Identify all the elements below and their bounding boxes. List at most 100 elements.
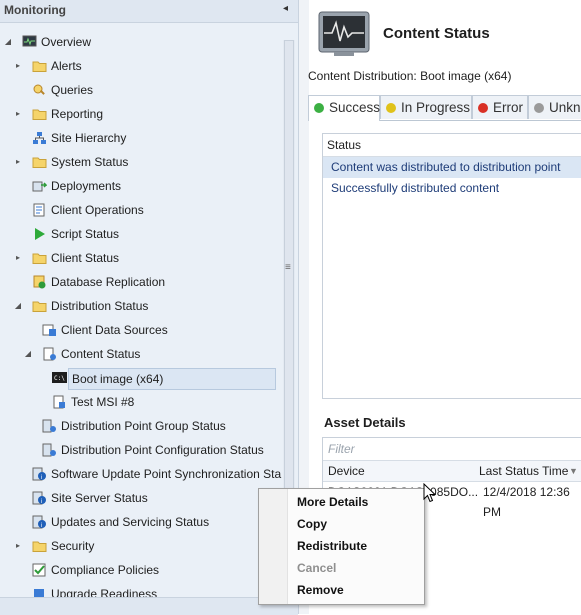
status-row[interactable]: Content was distributed to distribution … <box>323 157 581 178</box>
nav-item-overview[interactable]: ◢ Overview <box>0 30 282 54</box>
nav-item-label: Boot image (x64) <box>68 368 276 390</box>
hierarchy-icon <box>32 131 47 145</box>
svg-text:i: i <box>41 499 42 505</box>
dp-config-status-icon <box>42 443 57 457</box>
expand-arrow-icon[interactable]: ▸ <box>13 102 23 126</box>
status-column-header[interactable]: Status <box>323 134 581 157</box>
status-tabs: Success In Progress Error Unkn <box>308 95 581 121</box>
svg-text:C:\: C:\ <box>54 375 65 382</box>
nav-item-site-server-status[interactable]: i Site Server Status <box>0 486 282 510</box>
svg-text:i: i <box>41 523 42 529</box>
navigation-tree: ◢ Overview ▸ Alerts Queries ▸ Reporting Site Hi… <box>0 30 282 606</box>
collapse-arrow-icon[interactable]: ◢ <box>3 30 13 54</box>
nav-item-label: Client Status <box>51 251 120 265</box>
site-server-icon: i <box>32 491 47 505</box>
mouse-pointer-icon <box>423 482 437 503</box>
client-operations-icon <box>32 203 47 217</box>
nav-item-label: Distribution Status <box>51 299 149 313</box>
collapse-arrow-icon[interactable]: ◢ <box>13 294 23 318</box>
package-icon <box>52 395 67 409</box>
nav-item-compliance-policies[interactable]: Compliance Policies <box>0 558 282 582</box>
nav-title: Monitoring <box>4 3 66 17</box>
nav-item-test-msi-8[interactable]: Test MSI #8 <box>0 390 282 414</box>
collapse-pane-button[interactable]: ◂ <box>283 3 288 14</box>
nav-item-script-status[interactable]: Script Status <box>0 222 282 246</box>
svg-text:i: i <box>41 475 42 481</box>
collapse-arrow-icon[interactable]: ◢ <box>23 342 33 366</box>
tab-error[interactable]: Error <box>472 95 528 119</box>
content-distribution-label: Content Distribution: <box>308 69 417 83</box>
nav-item-alerts[interactable]: ▸ Alerts <box>0 54 282 78</box>
tab-unknown-label: Unkn <box>549 100 581 115</box>
nav-item-content-status[interactable]: ◢ Content Status <box>0 342 282 366</box>
content-distribution-value: Boot image (x64) <box>420 69 512 83</box>
expand-arrow-icon[interactable]: ▸ <box>13 54 23 78</box>
nav-item-security[interactable]: ▸ Security <box>0 534 282 558</box>
nav-item-label: Overview <box>41 35 92 49</box>
nav-item-client-operations[interactable]: Client Operations <box>0 198 282 222</box>
menu-item-more-details[interactable]: More Details <box>297 491 368 513</box>
menu-item-copy[interactable]: Copy <box>297 513 327 535</box>
menu-item-redistribute[interactable]: Redistribute <box>297 535 367 557</box>
context-menu-icon-gutter <box>259 489 288 604</box>
menu-item-cancel: Cancel <box>297 561 337 575</box>
expand-arrow-icon[interactable]: ▸ <box>13 534 23 558</box>
nav-item-distribution-point-group-status[interactable]: Distribution Point Group Status <box>0 414 282 438</box>
tab-in-progress-label: In Progress <box>401 100 471 115</box>
status-row[interactable]: Successfully distributed content <box>323 178 581 199</box>
nav-item-distribution-status[interactable]: ◢ Distribution Status <box>0 294 282 318</box>
nav-item-system-status[interactable]: ▸ System Status <box>0 150 282 174</box>
nav-item-client-status[interactable]: ▸ Client Status <box>0 246 282 270</box>
expand-arrow-icon[interactable]: ▸ <box>13 246 23 270</box>
asset-column-headers: Device Last Status Time ▼ <box>323 461 581 482</box>
nav-item-label: Database Replication <box>51 275 166 289</box>
nav-item-reporting[interactable]: ▸ Reporting <box>0 102 282 126</box>
tab-success[interactable]: Success <box>308 95 380 121</box>
menu-item-remove[interactable]: Remove <box>297 579 344 601</box>
monitor-icon <box>22 35 37 49</box>
nav-item-label: Distribution Point Configuration Status <box>61 443 264 457</box>
dp-group-status-icon <box>42 419 57 433</box>
nav-item-label: Compliance Policies <box>51 563 160 577</box>
monitoring-graph-icon <box>318 11 370 57</box>
filter-input[interactable]: Filter <box>323 438 581 461</box>
nav-item-boot-image-x64[interactable]: C:\ Boot image (x64) <box>0 366 282 390</box>
nav-item-label: Distribution Point Group Status <box>61 419 226 433</box>
nav-item-site-hierarchy[interactable]: Site Hierarchy <box>0 126 282 150</box>
nav-item-updates-and-servicing-status[interactable]: i Updates and Servicing Status <box>0 510 282 534</box>
nav-bottom-bar <box>0 597 298 615</box>
folder-icon <box>32 299 47 313</box>
asset-details-heading: Asset Details <box>324 415 406 430</box>
nav-item-database-replication[interactable]: Database Replication <box>0 270 282 294</box>
nav-item-label: Alerts <box>51 59 82 73</box>
nav-item-deployments[interactable]: Deployments <box>0 174 282 198</box>
nav-item-distribution-point-configuration-status[interactable]: Distribution Point Configuration Status <box>0 438 282 462</box>
context-menu: More Details Copy Redistribute Cancel Re… <box>258 488 425 605</box>
boot-image-icon: C:\ <box>52 371 67 385</box>
expand-arrow-icon[interactable]: ▸ <box>13 150 23 174</box>
tab-unknown[interactable]: Unkn <box>528 95 581 119</box>
tab-in-progress[interactable]: In Progress <box>380 95 472 119</box>
folder-icon <box>32 107 47 121</box>
tab-error-label: Error <box>493 100 523 115</box>
splitter-grip-icon[interactable]: ≡ <box>285 262 291 273</box>
folder-icon <box>32 59 47 73</box>
nav-item-queries[interactable]: Queries <box>0 78 282 102</box>
folder-icon <box>32 251 47 265</box>
nav-item-software-update-point-synchronization-sta[interactable]: i Software Update Point Synchronization S… <box>0 462 282 486</box>
nav-item-label: System Status <box>51 155 129 169</box>
last-status-time-column-header[interactable]: Last Status Time <box>479 461 568 481</box>
last-status-time-cell: 12/4/2018 12:36 PM <box>483 485 570 519</box>
nav-item-label: Script Status <box>51 227 120 241</box>
nav-item-label: Test MSI #8 <box>71 395 135 409</box>
nav-item-label: Deployments <box>51 179 122 193</box>
unknown-status-icon <box>534 103 544 113</box>
nav-item-client-data-sources[interactable]: Client Data Sources <box>0 318 282 342</box>
device-column-header[interactable]: Device <box>328 461 365 481</box>
deployments-icon <box>32 179 47 193</box>
error-status-icon <box>478 103 488 113</box>
nav-item-label: Client Operations <box>51 203 144 217</box>
compliance-icon <box>32 563 47 577</box>
updates-servicing-icon: i <box>32 515 47 529</box>
nav-item-label: Site Server Status <box>51 491 148 505</box>
